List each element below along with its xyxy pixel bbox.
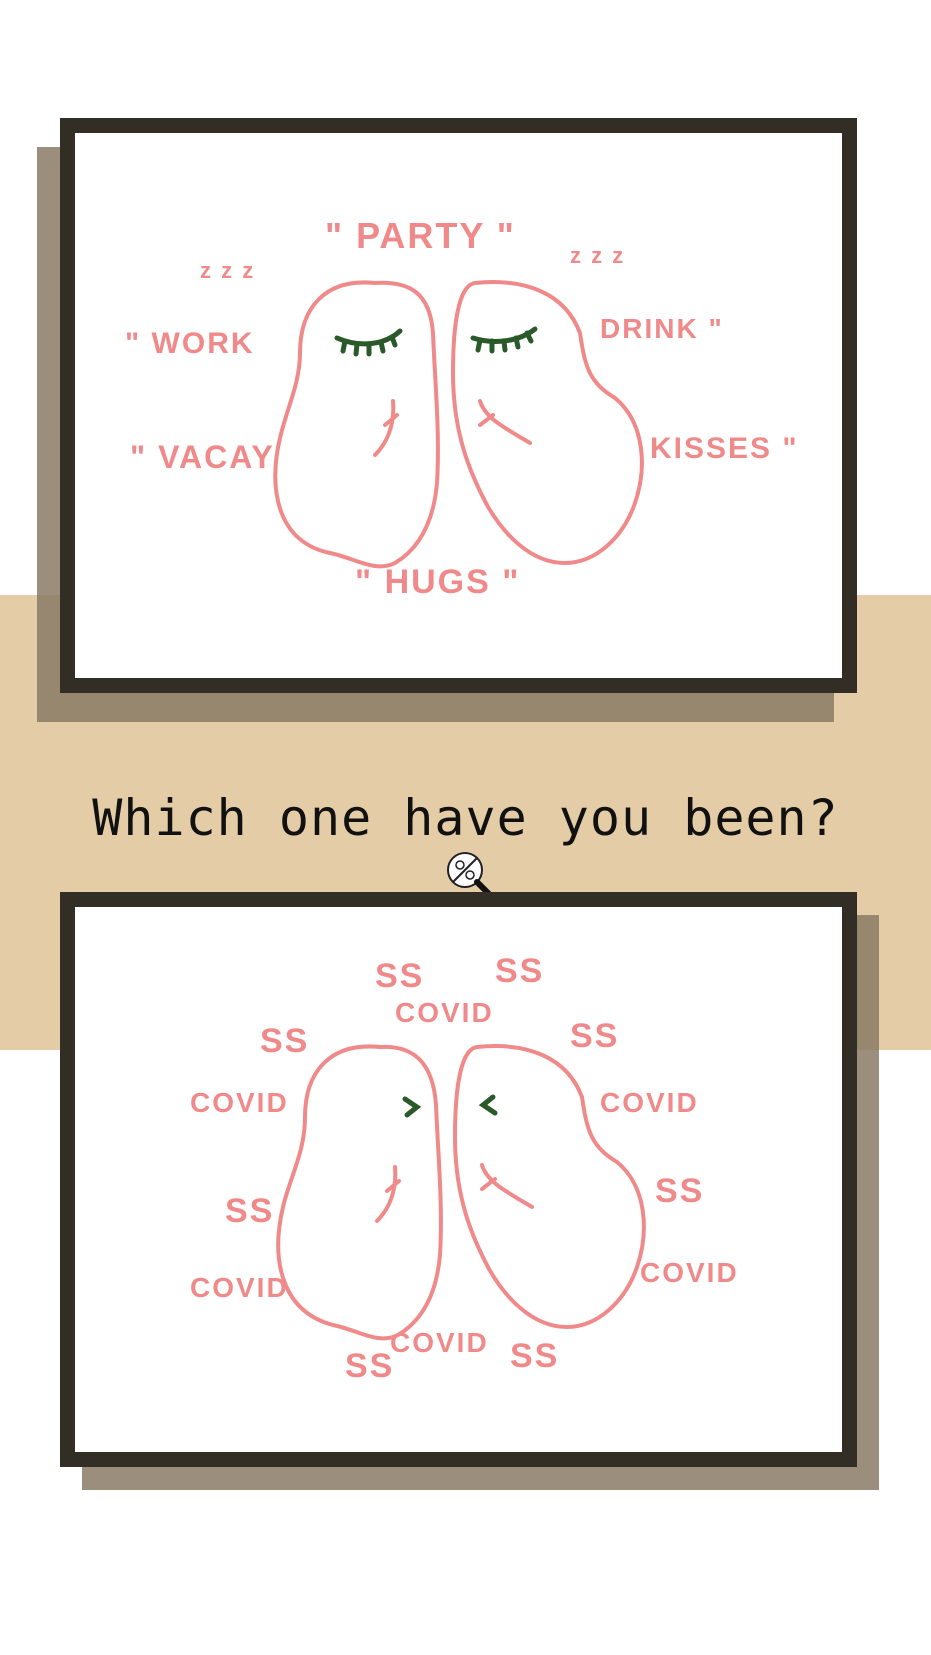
ss-label: SS <box>570 1017 619 1055</box>
covid-label: COVID <box>600 1087 699 1118</box>
ss-label: SS <box>345 1347 394 1385</box>
ss-label: SS <box>510 1337 559 1375</box>
snore-right: z z z <box>570 243 625 268</box>
ss-label: SS <box>495 952 544 990</box>
left-lung-outline <box>276 1044 443 1341</box>
bottom-panel-frame: COVID COVID COVID COVID COVID COVID SS S… <box>60 892 857 1467</box>
word-party: " PARTY " <box>325 215 516 256</box>
page-caption: Which one have you been? <box>92 789 839 847</box>
covid-label: COVID <box>190 1087 289 1118</box>
ss-label: SS <box>655 1172 704 1210</box>
word-kisses: KISSES " <box>650 432 799 465</box>
bottom-lungs-drawing: COVID COVID COVID COVID COVID COVID SS S… <box>190 952 739 1385</box>
ss-label: SS <box>225 1192 274 1230</box>
covid-label: COVID <box>640 1257 739 1288</box>
squinting-eyes <box>402 1094 498 1118</box>
closed-eyes <box>334 326 538 357</box>
snore-left: z z z <box>200 258 255 283</box>
top-lungs-drawing: " PARTY " " WORK DRINK " " VACAY KISSES … <box>125 215 799 601</box>
left-bronchus <box>373 399 396 457</box>
word-hugs: " HUGS " <box>355 563 520 601</box>
right-bronchus <box>478 399 532 445</box>
covid-label: COVID <box>390 1327 489 1358</box>
left-lung-outline <box>273 280 440 569</box>
word-drink: DRINK " <box>600 313 724 344</box>
ss-label: SS <box>375 957 424 995</box>
word-work: " WORK <box>125 327 255 360</box>
top-panel-frame: " PARTY " " WORK DRINK " " VACAY KISSES … <box>60 118 857 693</box>
ss-label: SS <box>260 1022 309 1060</box>
word-vacay: " VACAY <box>130 439 275 475</box>
covid-label: COVID <box>190 1272 289 1303</box>
covid-label: COVID <box>395 997 494 1028</box>
